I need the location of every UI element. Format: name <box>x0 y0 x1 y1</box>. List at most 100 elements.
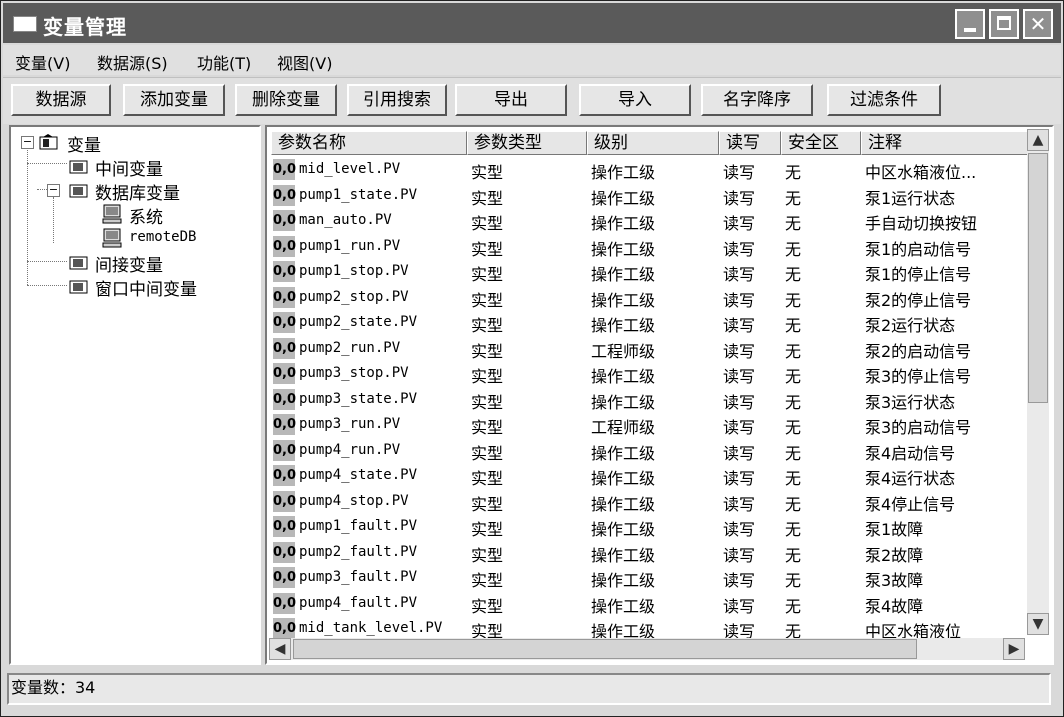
row-rw: 读写 <box>723 290 756 310</box>
row-level: 工程师级 <box>591 341 656 361</box>
row-safety: 无 <box>785 265 802 284</box>
import-button[interactable]: 导入 <box>579 84 691 116</box>
row-level: 操作工级 <box>591 188 656 208</box>
quality-badge: 0,0 <box>273 363 296 384</box>
table-row[interactable]: 0,0 pump1_run.PV 实型 操作工级 读写 无 泵1的启动信号 <box>271 234 1029 260</box>
horizontal-scrollbar[interactable]: ◀ ▶ <box>269 638 1025 660</box>
tree-item-window-intermediate[interactable]: 窗口中间变量 <box>95 275 197 300</box>
vertical-scrollbar[interactable]: ▲ ▼ <box>1027 129 1049 635</box>
row-level: 操作工级 <box>591 265 656 284</box>
variable-tree[interactable]: − 变量 中间变量 − 数据库变量 系统 remoteDB 间接变量 窗口中间变… <box>9 125 261 665</box>
row-rw: 读写 <box>723 545 756 565</box>
table-row[interactable]: 0,0 pump3_stop.PV 实型 操作工级 读写 无 泵3的停止信号 <box>271 361 1029 387</box>
row-comment: 泵2的启动信号 <box>865 341 972 361</box>
tree-item-root[interactable]: 变量 <box>67 131 101 156</box>
row-type: 实型 <box>471 290 504 310</box>
table-row[interactable]: 0,0 mid_level.PV 实型 操作工级 读写 无 中区水箱液位... <box>271 157 1029 183</box>
row-level: 操作工级 <box>591 392 656 412</box>
horizontal-scroll-thumb[interactable] <box>293 639 917 659</box>
scroll-left-icon[interactable]: ◀ <box>269 638 291 660</box>
vertical-scroll-thumb[interactable] <box>1028 153 1048 403</box>
row-comment: 泵2运行状态 <box>865 316 956 335</box>
table-row[interactable]: 0,0 pump4_fault.PV 实型 操作工级 读写 无 泵4故障 <box>271 591 1029 617</box>
folder-icon <box>69 280 88 294</box>
computer-icon <box>102 228 122 248</box>
table-header: 参数名称 参数类型 级别 读写 安全区 注释 <box>271 131 1029 155</box>
column-header-rw[interactable]: 读写 <box>719 131 781 155</box>
tree-item-database[interactable]: 数据库变量 <box>95 179 180 204</box>
row-name: pump3_fault.PV <box>299 569 418 585</box>
table-row[interactable]: 0,0 pump2_state.PV 实型 操作工级 读写 无 泵2运行状态 <box>271 310 1029 336</box>
close-button[interactable]: ✕ <box>1023 9 1053 39</box>
add-variable-button[interactable]: 添加变量 <box>123 84 225 116</box>
table-row[interactable]: 0,0 man_auto.PV 实型 操作工级 读写 无 手自动切换按钮 <box>271 208 1029 234</box>
window-title: 变量管理 <box>43 15 127 39</box>
minimize-icon <box>964 28 976 32</box>
table-row[interactable]: 0,0 pump3_state.PV 实型 操作工级 读写 无 泵3运行状态 <box>271 387 1029 413</box>
row-rw: 读写 <box>723 239 756 259</box>
table-row[interactable]: 0,0 pump1_stop.PV 实型 操作工级 读写 无 泵1的停止信号 <box>271 259 1029 285</box>
minimize-button[interactable] <box>955 9 985 39</box>
row-type: 实型 <box>471 571 504 590</box>
row-type: 实型 <box>471 265 504 284</box>
row-safety: 无 <box>785 596 802 616</box>
close-icon: ✕ <box>1029 12 1047 36</box>
column-header-safety[interactable]: 安全区 <box>781 131 861 155</box>
sort-name-desc-button[interactable]: 名字降序 <box>701 84 813 116</box>
row-comment: 泵3故障 <box>865 571 924 590</box>
table-row[interactable]: 0,0 pump3_fault.PV 实型 操作工级 读写 无 泵3故障 <box>271 565 1029 591</box>
menu-view[interactable]: 视图(V) <box>277 50 332 74</box>
row-level: 操作工级 <box>591 520 656 539</box>
column-header-type[interactable]: 参数类型 <box>467 131 587 155</box>
quality-badge: 0,0 <box>273 414 296 435</box>
menu-variable[interactable]: 变量(V) <box>15 50 70 74</box>
row-name: pump3_run.PV <box>299 416 401 432</box>
menu-datasource[interactable]: 数据源(S) <box>97 50 168 74</box>
collapse-toggle-icon[interactable]: − <box>47 184 60 197</box>
row-type: 实型 <box>471 494 504 514</box>
maximize-button[interactable] <box>989 9 1019 39</box>
table-row[interactable]: 0,0 pump4_state.PV 实型 操作工级 读写 无 泵4运行状态 <box>271 463 1029 489</box>
datasource-button[interactable]: 数据源 <box>11 84 111 116</box>
tree-item-indirect[interactable]: 间接变量 <box>95 251 163 276</box>
scroll-down-icon[interactable]: ▼ <box>1027 613 1049 635</box>
tree-item-remotedb[interactable]: remoteDB <box>129 229 196 245</box>
table-row[interactable]: 0,0 pump2_stop.PV 实型 操作工级 读写 无 泵2的停止信号 <box>271 285 1029 311</box>
table-row[interactable]: 0,0 pump1_fault.PV 实型 操作工级 读写 无 泵1故障 <box>271 514 1029 540</box>
menu-function[interactable]: 功能(T) <box>197 50 251 74</box>
tree-guide-line <box>27 261 67 262</box>
column-header-comment[interactable]: 注释 <box>861 131 1029 155</box>
row-level: 操作工级 <box>591 367 656 386</box>
table-row[interactable]: 0,0 pump1_state.PV 实型 操作工级 读写 无 泵1运行状态 <box>271 183 1029 209</box>
tree-item-intermediate[interactable]: 中间变量 <box>95 155 163 180</box>
row-type: 实型 <box>471 188 504 208</box>
collapse-toggle-icon[interactable]: − <box>21 136 34 149</box>
reference-search-button[interactable]: 引用搜索 <box>347 84 447 116</box>
scroll-up-icon[interactable]: ▲ <box>1027 129 1049 151</box>
column-header-name[interactable]: 参数名称 <box>271 131 467 155</box>
row-comment: 泵1的启动信号 <box>865 239 972 259</box>
tree-item-system[interactable]: 系统 <box>129 203 163 228</box>
filter-button[interactable]: 过滤条件 <box>827 84 941 116</box>
quality-badge: 0,0 <box>273 439 296 461</box>
quality-badge: 0,0 <box>273 159 296 180</box>
table-row[interactable]: 0,0 pump3_run.PV 实型 工程师级 读写 无 泵3的启动信号 <box>271 412 1029 438</box>
title-bar[interactable]: 变量管理 ✕ <box>3 3 1061 43</box>
table-row[interactable]: 0,0 pump4_stop.PV 实型 操作工级 读写 无 泵4停止信号 <box>271 489 1029 515</box>
table-row[interactable]: 0,0 pump2_run.PV 实型 工程师级 读写 无 泵2的启动信号 <box>271 336 1029 362</box>
delete-variable-button[interactable]: 删除变量 <box>235 84 337 116</box>
table-row[interactable]: 0,0 pump4_run.PV 实型 操作工级 读写 无 泵4启动信号 <box>271 438 1029 464</box>
row-name: mid_level.PV <box>299 161 401 177</box>
row-name: pump3_state.PV <box>299 390 418 407</box>
column-header-level[interactable]: 级别 <box>587 131 719 155</box>
quality-badge: 0,0 <box>273 337 296 359</box>
row-safety: 无 <box>785 418 802 437</box>
quality-badge: 0,0 <box>273 465 296 486</box>
row-comment: 手自动切换按钮 <box>865 214 978 233</box>
row-comment: 泵1的停止信号 <box>865 265 972 284</box>
table-row[interactable]: 0,0 pump2_fault.PV 实型 操作工级 读写 无 泵2故障 <box>271 540 1029 566</box>
export-button[interactable]: 导出 <box>455 84 567 116</box>
row-level: 操作工级 <box>591 545 656 565</box>
scroll-right-icon[interactable]: ▶ <box>1003 638 1025 660</box>
row-name: mid_tank_level.PV <box>299 620 443 636</box>
